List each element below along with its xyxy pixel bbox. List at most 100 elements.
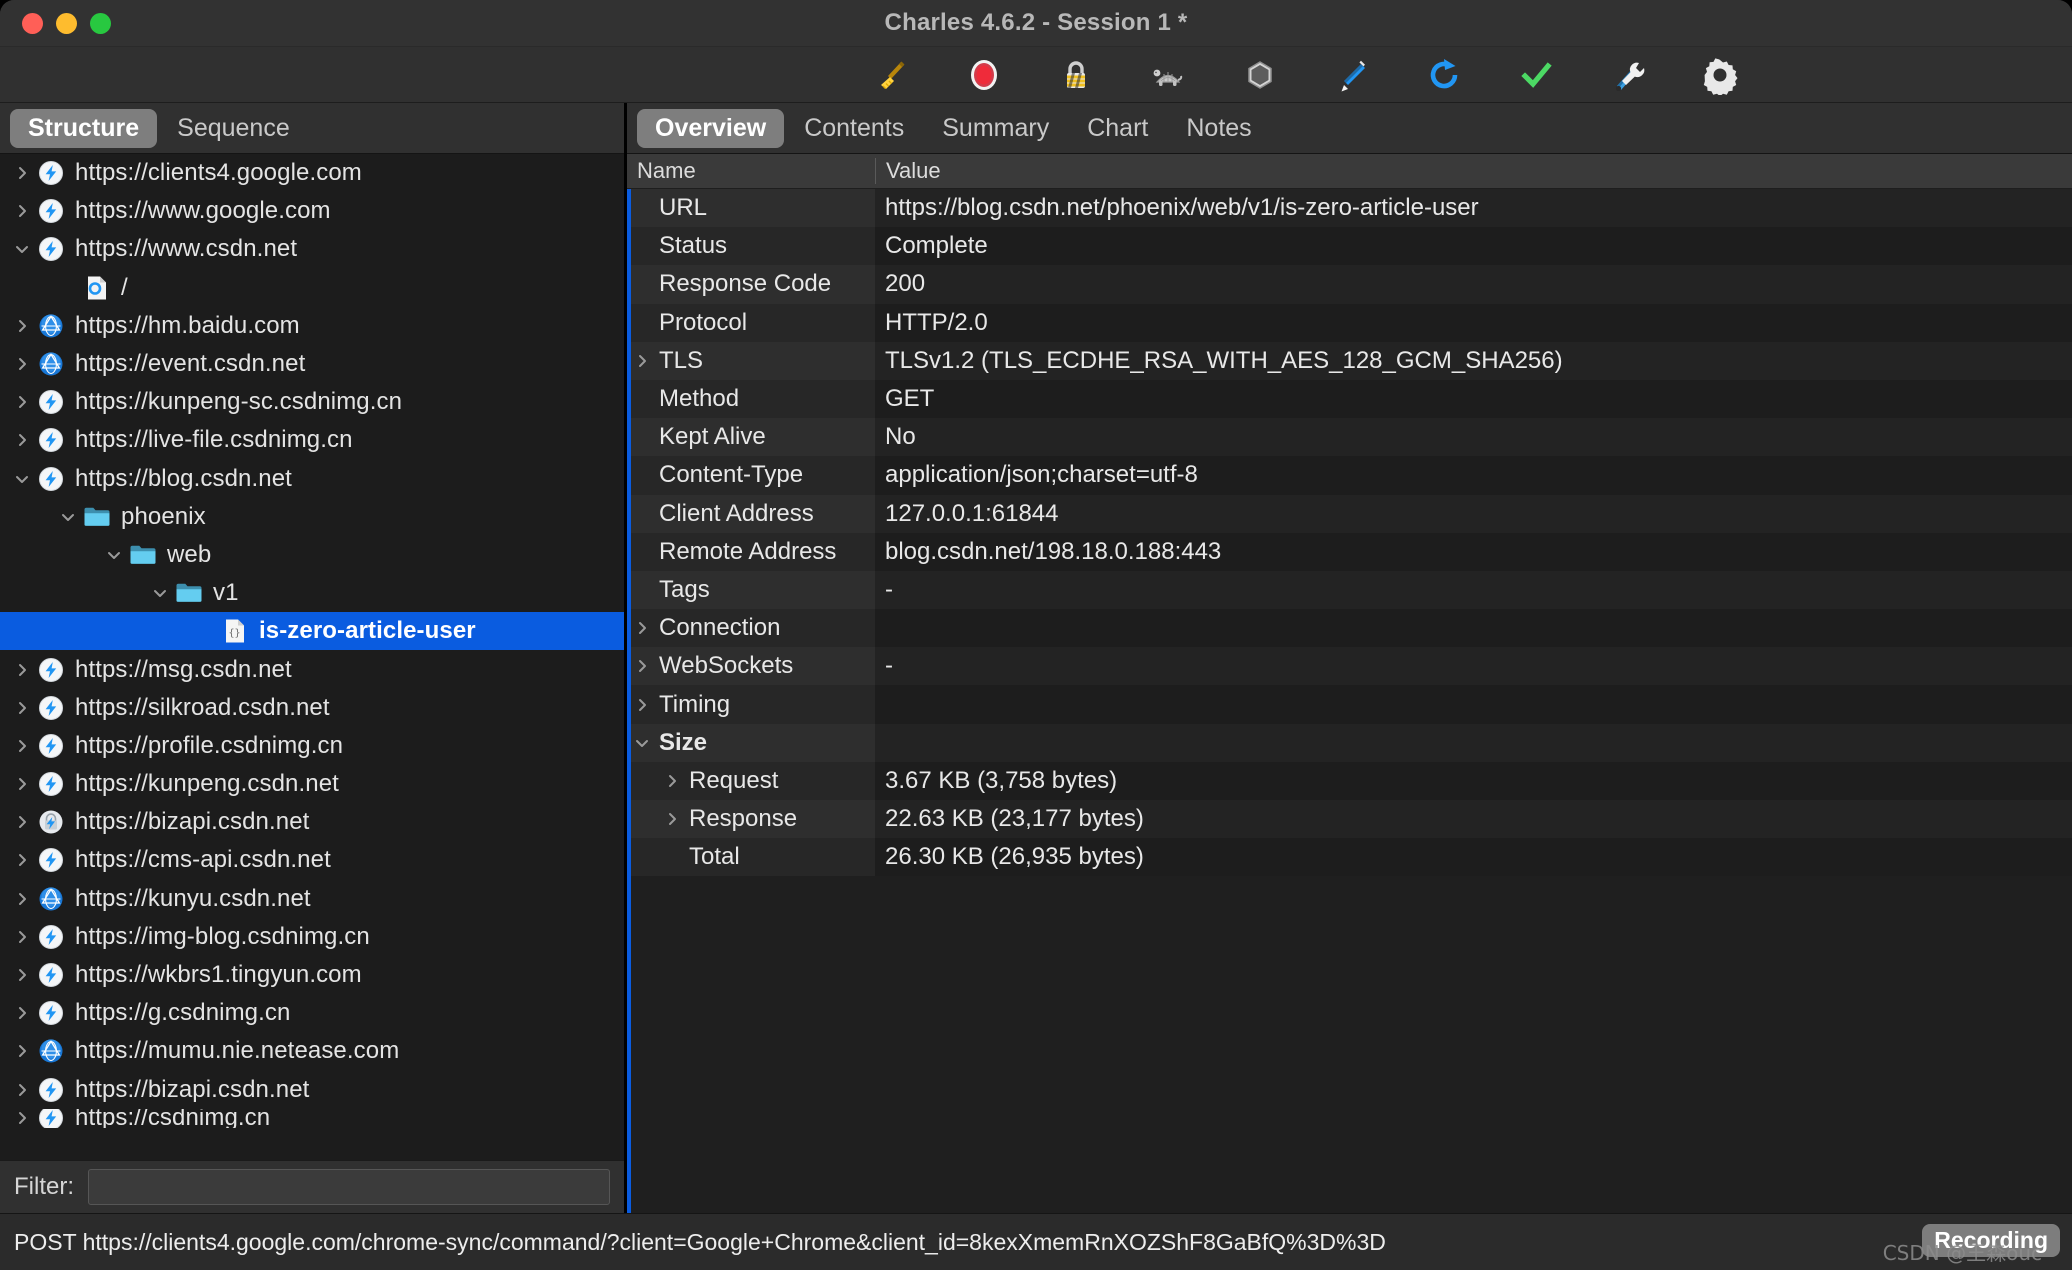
chevron-right-icon[interactable] bbox=[8, 774, 36, 794]
chevron-right-icon[interactable] bbox=[8, 430, 36, 450]
chevron-right-icon[interactable] bbox=[8, 1080, 36, 1100]
table-row[interactable]: Status Complete bbox=[627, 227, 2072, 266]
ssl-proxying-button[interactable] bbox=[1030, 51, 1122, 99]
tree-row[interactable]: https://hm.baidu.com bbox=[0, 307, 624, 345]
tree-row[interactable]: https://csdnimg.cn bbox=[0, 1108, 624, 1128]
table-row[interactable]: Size bbox=[627, 723, 2072, 762]
table-row[interactable]: Tags - bbox=[627, 570, 2072, 610]
chevron-right-icon[interactable] bbox=[8, 965, 36, 985]
tools-button[interactable] bbox=[1582, 51, 1674, 99]
tree-row[interactable]: https://msg.csdn.net bbox=[0, 650, 624, 688]
table-row[interactable]: TLS TLSv1.2 (TLS_ECDHE_RSA_WITH_AES_128_G… bbox=[627, 341, 2072, 380]
validate-button[interactable] bbox=[1490, 51, 1582, 99]
chevron-right-icon[interactable] bbox=[627, 618, 657, 638]
zoom-button[interactable] bbox=[90, 12, 111, 34]
session-tree[interactable]: https://clients4.google.com https://www.g… bbox=[0, 154, 624, 1160]
tree-row[interactable]: https://g.csdnimg.cn bbox=[0, 994, 624, 1032]
table-row[interactable]: URL https://blog.csdn.net/phoenix/web/v1/… bbox=[627, 189, 2072, 228]
table-row[interactable]: Response Code 200 bbox=[627, 265, 2072, 304]
tree-row[interactable]: https://kunyu.csdn.net bbox=[0, 880, 624, 918]
chevron-right-icon[interactable] bbox=[627, 351, 657, 371]
tree-row[interactable]: https://www.csdn.net bbox=[0, 230, 624, 268]
tree-row[interactable]: / bbox=[0, 269, 624, 307]
start-stop-recording-button[interactable] bbox=[938, 51, 1030, 99]
tree-row[interactable]: phoenix bbox=[0, 498, 624, 536]
chevron-right-icon[interactable] bbox=[657, 809, 687, 829]
column-header-name[interactable]: Name bbox=[627, 158, 875, 184]
chevron-right-icon[interactable] bbox=[8, 812, 36, 832]
chevron-right-icon[interactable] bbox=[8, 660, 36, 680]
filter-input[interactable] bbox=[88, 1169, 610, 1205]
repeat-button[interactable] bbox=[1398, 51, 1490, 99]
table-row[interactable]: Content-Type application/json;charset=utf… bbox=[627, 456, 2072, 495]
chevron-right-icon[interactable] bbox=[8, 1041, 36, 1061]
chevron-right-icon[interactable] bbox=[8, 1109, 36, 1128]
tree-row[interactable]: https://www.google.com bbox=[0, 192, 624, 230]
chevron-down-icon[interactable] bbox=[54, 507, 82, 527]
chevron-right-icon[interactable] bbox=[8, 927, 36, 947]
table-row[interactable]: Remote Address blog.csdn.net/198.18.0.188… bbox=[627, 532, 2072, 571]
tree-row-selected[interactable]: {} is-zero-article-user bbox=[0, 612, 624, 651]
chevron-right-icon[interactable] bbox=[8, 316, 36, 336]
chevron-right-icon[interactable] bbox=[627, 656, 657, 676]
tab-overview[interactable]: Overview bbox=[637, 108, 785, 148]
chevron-right-icon[interactable] bbox=[8, 354, 36, 374]
tree-row[interactable]: https://event.csdn.net bbox=[0, 345, 624, 383]
chevron-down-icon[interactable] bbox=[627, 733, 657, 753]
tree-row[interactable]: https://live-file.csdnimg.cn bbox=[0, 421, 624, 459]
chevron-right-icon[interactable] bbox=[8, 1003, 36, 1023]
tab-contents[interactable]: Contents bbox=[786, 109, 922, 148]
throttling-button[interactable] bbox=[1122, 51, 1214, 99]
table-row[interactable]: Response 22.63 KB (23,177 bytes) bbox=[627, 800, 2072, 839]
table-row[interactable]: Total 26.30 KB (26,935 bytes) bbox=[627, 838, 2072, 877]
chevron-right-icon[interactable] bbox=[657, 771, 687, 791]
tree-row[interactable]: https://profile.csdnimg.cn bbox=[0, 727, 624, 765]
table-row[interactable]: Connection bbox=[627, 609, 2072, 648]
tree-row[interactable]: https://bizapi.csdn.net bbox=[0, 803, 624, 841]
tab-notes[interactable]: Notes bbox=[1168, 109, 1269, 148]
chevron-right-icon[interactable] bbox=[8, 850, 36, 870]
chevron-down-icon[interactable] bbox=[8, 239, 36, 259]
tree-row[interactable]: https://kunpeng-sc.csdnimg.cn bbox=[0, 383, 624, 421]
chevron-right-icon[interactable] bbox=[8, 163, 36, 183]
table-row[interactable]: WebSockets - bbox=[627, 647, 2072, 686]
compose-button[interactable] bbox=[1306, 51, 1398, 99]
minimize-button[interactable] bbox=[56, 12, 77, 34]
chevron-right-icon[interactable] bbox=[8, 889, 36, 909]
tree-row[interactable]: https://mumu.nie.netease.com bbox=[0, 1032, 624, 1070]
tree-row[interactable]: v1 bbox=[0, 574, 624, 612]
tab-structure[interactable]: Structure bbox=[10, 108, 158, 148]
recording-status-badge[interactable]: Recording bbox=[1922, 1224, 2060, 1257]
table-row[interactable]: Request 3.67 KB (3,758 bytes) bbox=[627, 761, 2072, 800]
chevron-down-icon[interactable] bbox=[100, 545, 128, 565]
tree-row[interactable]: https://img-blog.csdnimg.cn bbox=[0, 918, 624, 956]
tree-row[interactable]: https://bizapi.csdn.net bbox=[0, 1071, 624, 1109]
tab-chart[interactable]: Chart bbox=[1069, 109, 1166, 148]
column-header-value[interactable]: Value bbox=[875, 158, 2072, 184]
chevron-down-icon[interactable] bbox=[8, 469, 36, 489]
table-row[interactable]: Kept Alive No bbox=[627, 418, 2072, 457]
tree-row[interactable]: https://wkbrs1.tingyun.com bbox=[0, 956, 624, 994]
tree-row[interactable]: https://cms-api.csdn.net bbox=[0, 841, 624, 879]
table-row[interactable]: Timing bbox=[627, 685, 2072, 724]
chevron-right-icon[interactable] bbox=[627, 695, 657, 715]
chevron-right-icon[interactable] bbox=[8, 392, 36, 412]
close-button[interactable] bbox=[22, 12, 43, 34]
table-row[interactable]: Client Address 127.0.0.1:61844 bbox=[627, 494, 2072, 533]
clear-session-button[interactable] bbox=[846, 51, 938, 99]
chevron-right-icon[interactable] bbox=[8, 201, 36, 221]
tab-summary[interactable]: Summary bbox=[924, 109, 1067, 148]
tree-row[interactable]: https://silkroad.csdn.net bbox=[0, 689, 624, 727]
tab-sequence[interactable]: Sequence bbox=[159, 109, 308, 148]
tree-row[interactable]: https://kunpeng.csdn.net bbox=[0, 765, 624, 803]
chevron-right-icon[interactable] bbox=[8, 736, 36, 756]
table-row[interactable]: Method GET bbox=[627, 379, 2072, 419]
table-row[interactable]: Protocol HTTP/2.0 bbox=[627, 303, 2072, 342]
tree-row[interactable]: https://blog.csdn.net bbox=[0, 460, 624, 498]
settings-button[interactable] bbox=[1674, 51, 1766, 99]
chevron-right-icon[interactable] bbox=[8, 698, 36, 718]
chevron-down-icon[interactable] bbox=[146, 583, 174, 603]
tree-row[interactable]: web bbox=[0, 536, 624, 574]
breakpoints-button[interactable] bbox=[1214, 51, 1306, 99]
tree-row[interactable]: https://clients4.google.com bbox=[0, 154, 624, 192]
